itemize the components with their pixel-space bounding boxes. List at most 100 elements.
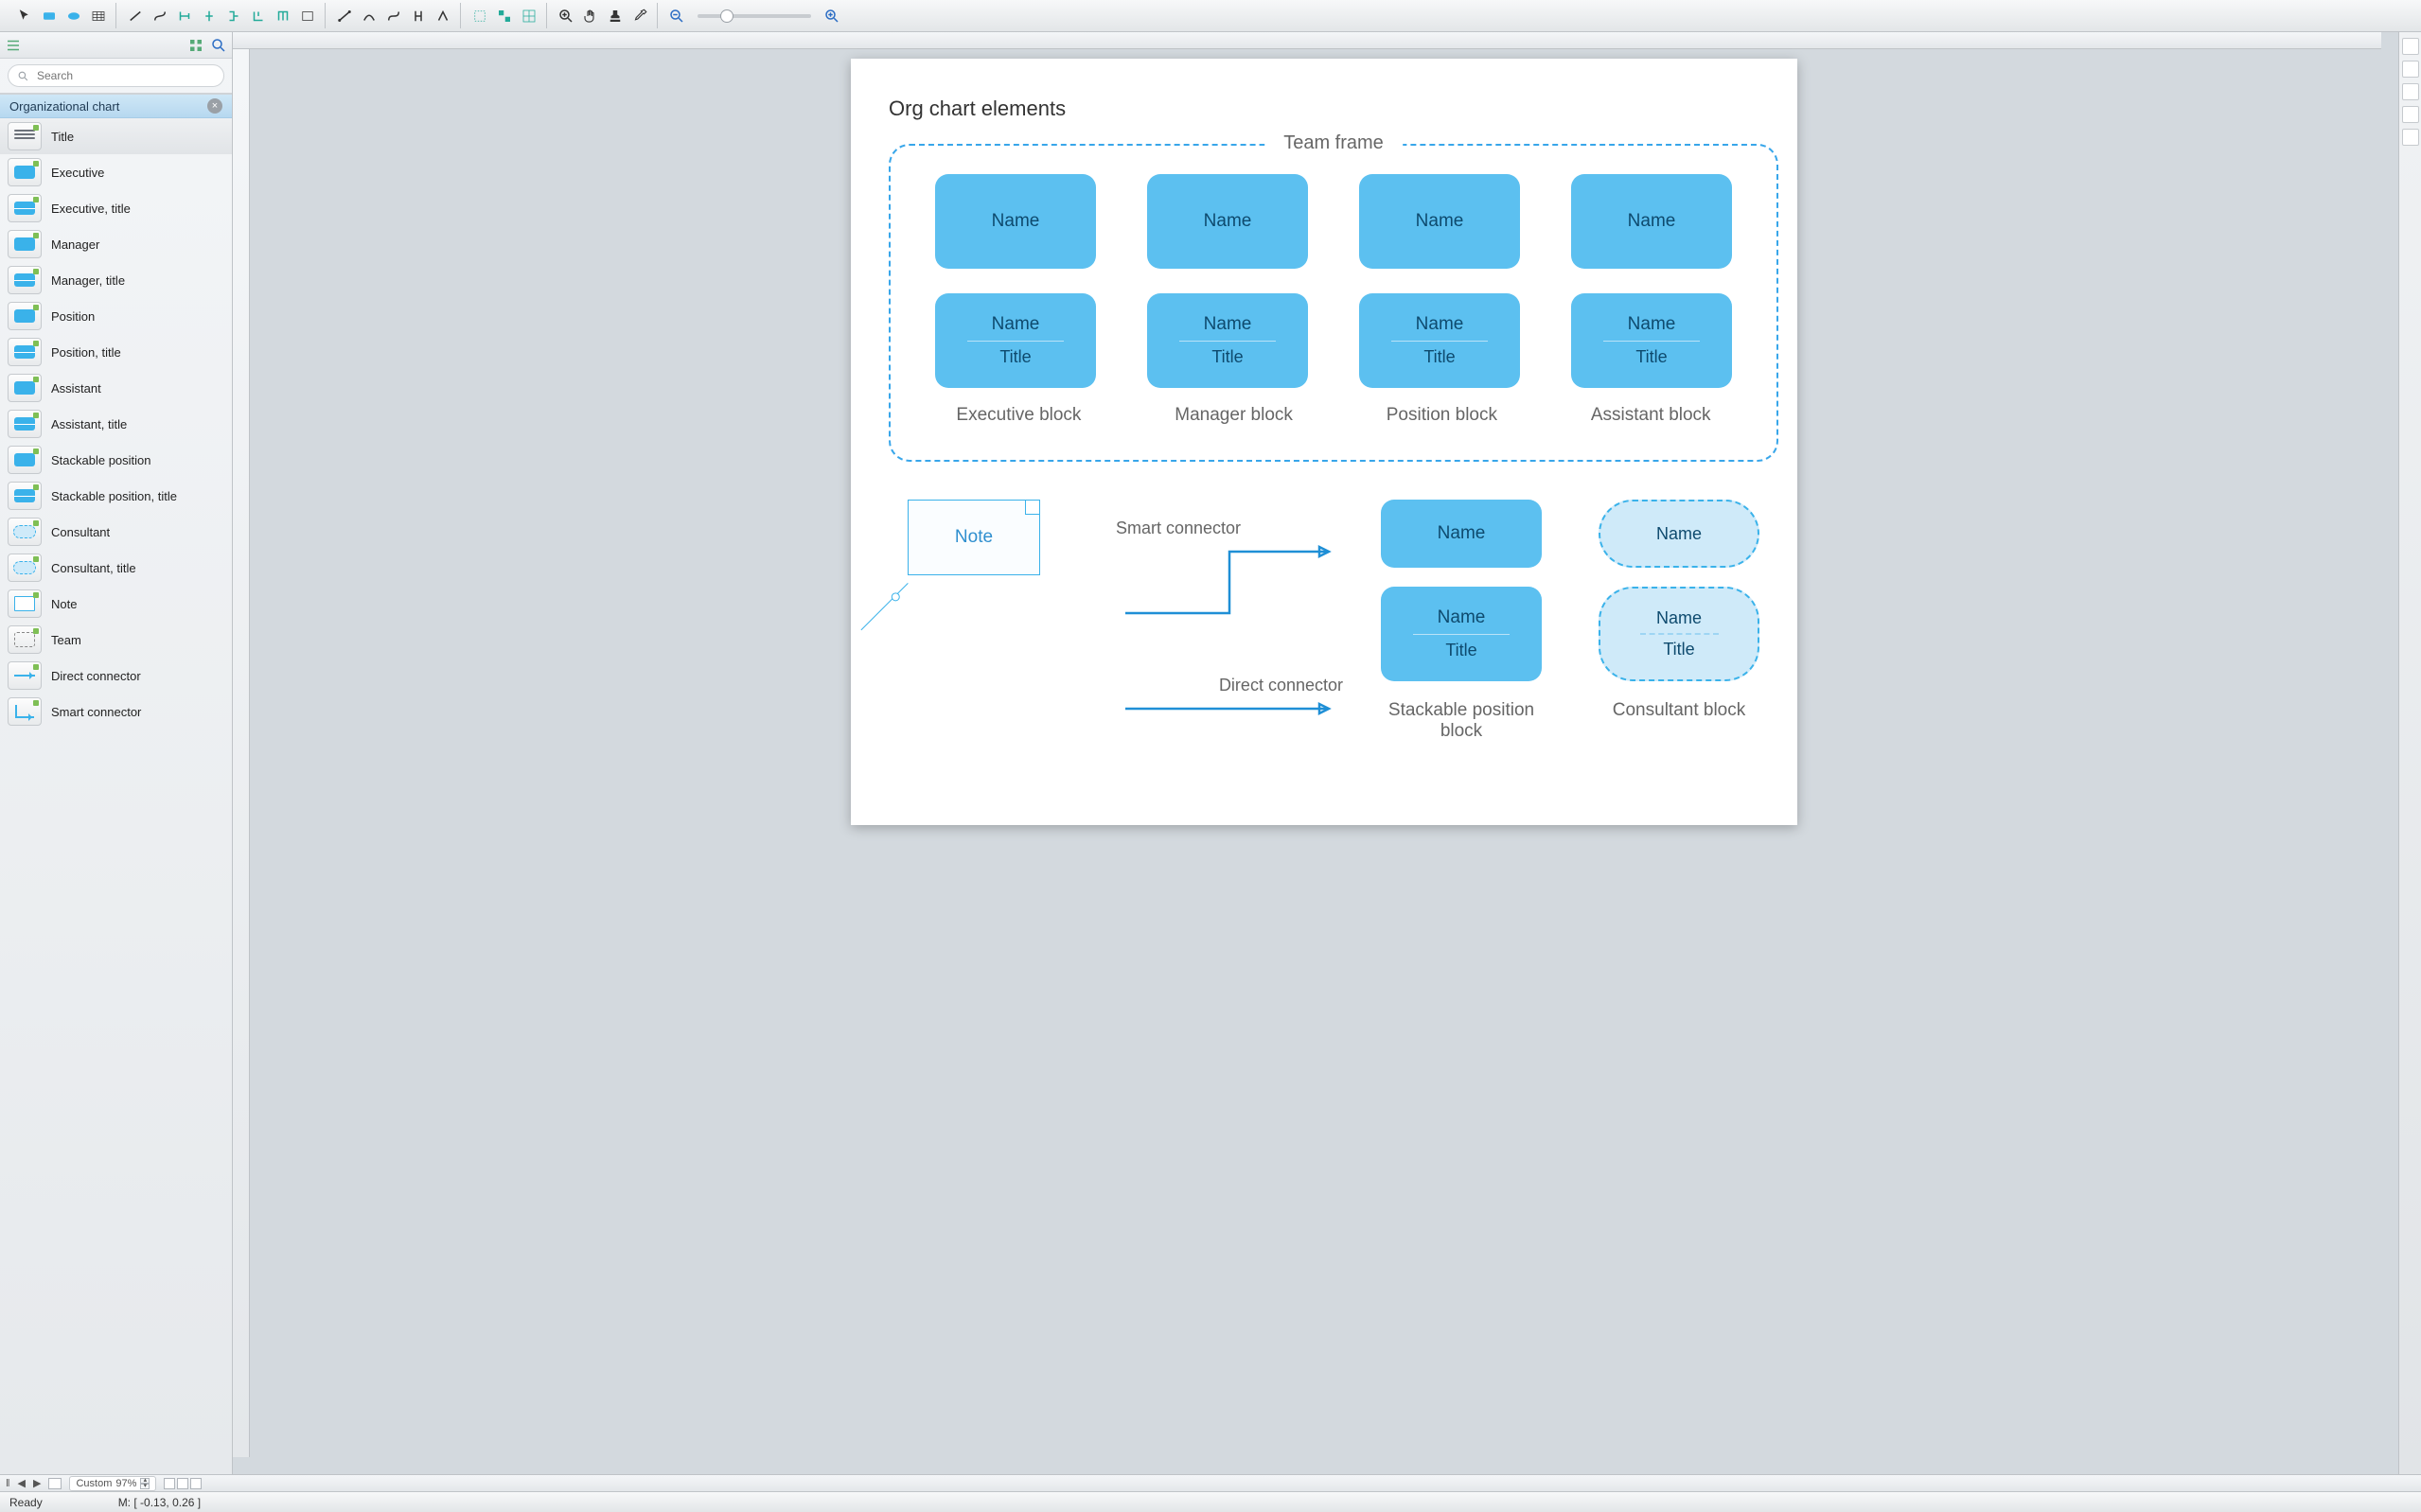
- stencil-item[interactable]: Smart connector: [0, 694, 232, 730]
- view-mode-pager[interactable]: [164, 1478, 202, 1489]
- sidebar-grid-icon[interactable]: [186, 36, 205, 55]
- stencil-item[interactable]: Title: [0, 118, 232, 154]
- assistant-block[interactable]: Name: [1571, 174, 1732, 269]
- stencil-sidebar: Organizational chart × TitleExecutiveExe…: [0, 32, 233, 1474]
- right-panel-button[interactable]: [2402, 83, 2419, 100]
- canvas-area[interactable]: Org chart elements Team frame Name Name …: [233, 32, 2398, 1474]
- zoom-out-button-icon[interactable]: [665, 5, 688, 27]
- stackable-title-block[interactable]: NameTitle: [1381, 587, 1542, 681]
- stencil-thumb-icon: [8, 230, 42, 258]
- stencil-item[interactable]: Consultant, title: [0, 550, 232, 586]
- stencil-item[interactable]: Manager, title: [0, 262, 232, 298]
- block-name: Name: [1416, 211, 1464, 232]
- stencil-item[interactable]: Position: [0, 298, 232, 334]
- connector5-icon[interactable]: [432, 5, 454, 27]
- right-panel-button[interactable]: [2402, 106, 2419, 123]
- stencil-item-label: Smart connector: [51, 705, 141, 719]
- prev-page-icon[interactable]: ◀: [18, 1477, 26, 1489]
- stackable-block[interactable]: Name: [1381, 500, 1542, 568]
- main-toolbar: [0, 0, 2421, 32]
- block-name: Name: [992, 314, 1040, 335]
- page-thumb[interactable]: [48, 1478, 62, 1489]
- stencil-item[interactable]: Assistant: [0, 370, 232, 406]
- stencil-thumb-icon: [8, 338, 42, 366]
- stencil-section-header[interactable]: Organizational chart ×: [0, 94, 232, 118]
- bottom-scroll-bar: ‖ ◀ ▶ Custom 97% ▴▾: [0, 1474, 2421, 1491]
- position-title-block[interactable]: Name Title: [1359, 293, 1520, 388]
- text-tool-icon[interactable]: [296, 5, 319, 27]
- right-panel-button[interactable]: [2402, 38, 2419, 55]
- zoom-in-icon[interactable]: [555, 5, 577, 27]
- stamp-tool-icon[interactable]: [604, 5, 627, 27]
- column-label: Assistant block: [1591, 405, 1711, 426]
- eyedropper-icon[interactable]: [628, 5, 651, 27]
- block-title: Title: [1423, 347, 1455, 367]
- consultant-title-block[interactable]: NameTitle: [1599, 587, 1759, 681]
- column-label: Manager block: [1175, 405, 1293, 426]
- line-tool-icon[interactable]: [124, 5, 147, 27]
- rect-shape-icon[interactable]: [38, 5, 61, 27]
- stencil-item[interactable]: Team: [0, 622, 232, 658]
- connector2-icon[interactable]: [358, 5, 380, 27]
- block-title: Title: [999, 347, 1031, 367]
- stencil-item[interactable]: Assistant, title: [0, 406, 232, 442]
- page[interactable]: Org chart elements Team frame Name Name …: [851, 59, 1797, 825]
- curve-tool-icon[interactable]: [149, 5, 171, 27]
- block-name: Name: [1416, 314, 1464, 335]
- stencil-item[interactable]: Note: [0, 586, 232, 622]
- stencil-item[interactable]: Stackable position, title: [0, 478, 232, 514]
- table-shape-icon[interactable]: [87, 5, 110, 27]
- layout3-icon[interactable]: [518, 5, 540, 27]
- position-block[interactable]: Name: [1359, 174, 1520, 269]
- column-label: Executive block: [956, 405, 1081, 426]
- right-panel-button[interactable]: [2402, 129, 2419, 146]
- branch3-icon[interactable]: [272, 5, 294, 27]
- close-icon[interactable]: ×: [207, 98, 222, 114]
- executive-title-block[interactable]: Name Title: [935, 293, 1096, 388]
- branch2-icon[interactable]: [247, 5, 270, 27]
- direct-connector-label: Direct connector: [1116, 676, 1343, 695]
- stencil-thumb-icon: [8, 589, 42, 618]
- tree-h-icon[interactable]: [173, 5, 196, 27]
- stencil-item[interactable]: Position, title: [0, 334, 232, 370]
- right-panel-button[interactable]: [2402, 61, 2419, 78]
- tree-v-icon[interactable]: [198, 5, 221, 27]
- team-frame[interactable]: Team frame Name Name Name Name NameTitle…: [889, 144, 1778, 462]
- zoom-slider[interactable]: [698, 14, 811, 18]
- stencil-item[interactable]: Executive, title: [0, 190, 232, 226]
- sidebar-search-tab-icon[interactable]: [209, 36, 228, 55]
- executive-block[interactable]: Name: [935, 174, 1096, 269]
- stencil-item-label: Position: [51, 309, 95, 324]
- stencil-item[interactable]: Executive: [0, 154, 232, 190]
- next-page-icon[interactable]: ▶: [33, 1477, 41, 1489]
- consultant-block[interactable]: Name: [1599, 500, 1759, 568]
- sidebar-tree-icon[interactable]: [4, 36, 23, 55]
- stencil-item[interactable]: Manager: [0, 226, 232, 262]
- manager-title-block[interactable]: NameTitle: [1147, 293, 1308, 388]
- connector1-icon[interactable]: [333, 5, 356, 27]
- stencil-item[interactable]: Consultant: [0, 514, 232, 550]
- stencil-thumb-icon: [8, 266, 42, 294]
- ellipse-shape-icon[interactable]: [62, 5, 85, 27]
- stencil-item[interactable]: Direct connector: [0, 658, 232, 694]
- zoom-value: 97%: [115, 1478, 136, 1489]
- search-input[interactable]: [8, 64, 224, 87]
- zoom-in-button-icon[interactable]: [821, 5, 843, 27]
- stencil-item-label: Stackable position: [51, 453, 151, 467]
- smart-connector[interactable]: [1116, 542, 1343, 618]
- stencil-item[interactable]: Stackable position: [0, 442, 232, 478]
- pan-tool-icon[interactable]: [579, 5, 602, 27]
- direct-connector[interactable]: [1116, 699, 1343, 718]
- manager-block[interactable]: Name: [1147, 174, 1308, 269]
- pointer-tool-icon[interactable]: [13, 5, 36, 27]
- layout2-icon[interactable]: [493, 5, 516, 27]
- connector3-icon[interactable]: [382, 5, 405, 27]
- assistant-title-block[interactable]: NameTitle: [1571, 293, 1732, 388]
- zoom-stepper[interactable]: ▴▾: [140, 1478, 150, 1489]
- zoom-readout[interactable]: Custom 97% ▴▾: [69, 1476, 156, 1491]
- pause-icon[interactable]: ‖: [6, 1478, 10, 1489]
- branch-icon[interactable]: [222, 5, 245, 27]
- note-shape[interactable]: Note: [908, 500, 1040, 575]
- layout1-icon[interactable]: [468, 5, 491, 27]
- connector4-icon[interactable]: [407, 5, 430, 27]
